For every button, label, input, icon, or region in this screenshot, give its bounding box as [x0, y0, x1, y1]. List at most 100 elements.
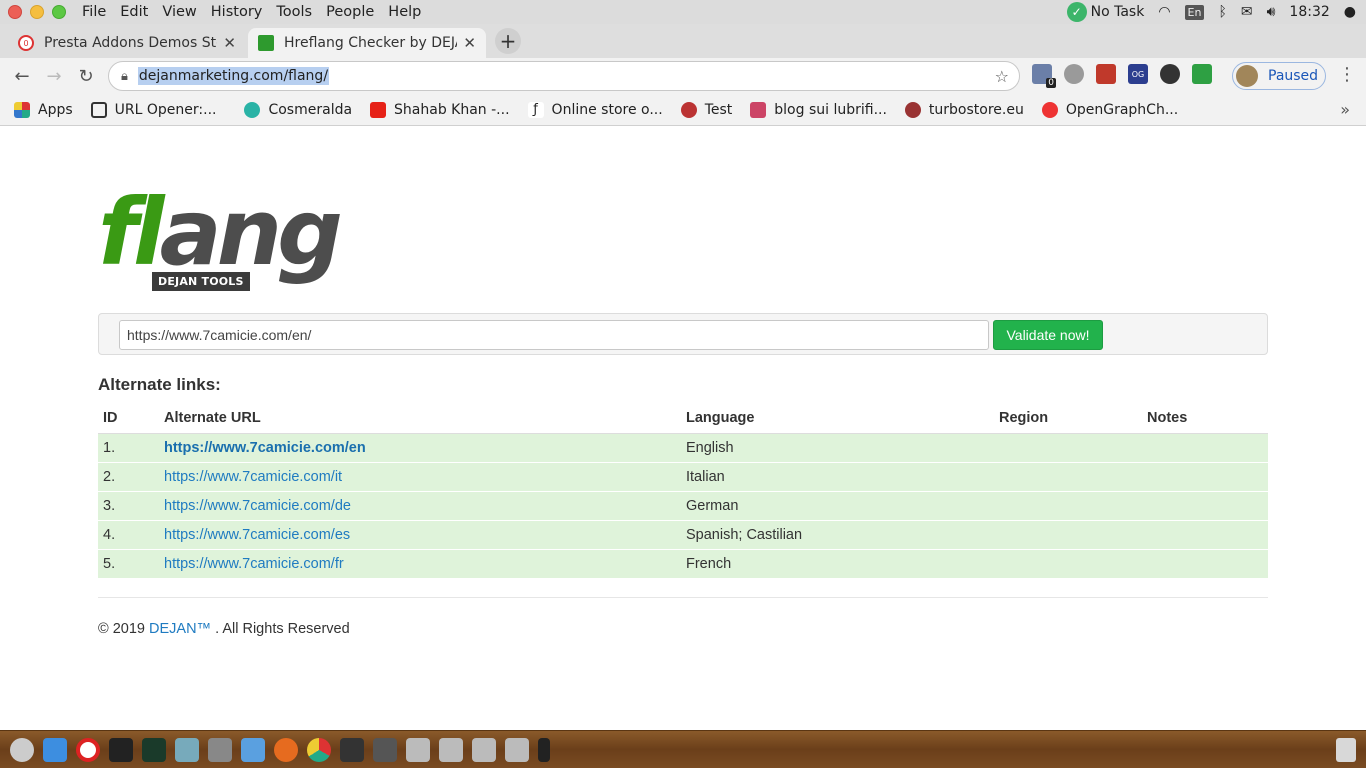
back-icon[interactable]: ←: [6, 66, 38, 87]
table-row: 2. https://www.7camicie.com/it Italian: [98, 461, 1268, 491]
bookmark-label: Apps: [38, 101, 73, 118]
volume-icon[interactable]: 🔊︎: [1267, 4, 1276, 20]
bookmark-label: URL Opener:...: [114, 101, 217, 118]
row-id: 3.: [98, 490, 159, 520]
apple-icon[interactable]: ●: [1344, 4, 1356, 20]
dock-items: [10, 738, 550, 762]
store-icon: ƒ: [527, 101, 544, 118]
reload-icon[interactable]: ↻: [70, 66, 102, 87]
launcher-icon[interactable]: [10, 738, 34, 762]
bluetooth-icon[interactable]: ᛒ: [1218, 4, 1226, 20]
browser-menu-icon[interactable]: ⋮: [1338, 64, 1356, 85]
terminal-icon[interactable]: [109, 738, 133, 762]
bookmark-turbostore[interactable]: turbostore.eu: [904, 101, 1024, 118]
alternate-links-table: ID Alternate URL Language Region Notes 1…: [98, 403, 1268, 578]
clock[interactable]: 18:32: [1289, 4, 1329, 20]
extension-badge: 0: [1046, 78, 1056, 88]
files-icon[interactable]: [175, 738, 199, 762]
database-extension-icon[interactable]: [1064, 64, 1084, 84]
menu-help[interactable]: Help: [388, 4, 421, 20]
maximize-window-button[interactable]: [52, 5, 66, 19]
drive-icon[interactable]: [472, 738, 496, 762]
text-editor-icon[interactable]: [373, 738, 397, 762]
folder-icon[interactable]: [241, 738, 265, 762]
extensions: 0 OG: [1032, 64, 1212, 88]
system-monitor-icon[interactable]: [142, 738, 166, 762]
profile-button[interactable]: Paused: [1232, 62, 1326, 90]
drive-icon[interactable]: [406, 738, 430, 762]
opera-icon[interactable]: [76, 738, 100, 762]
finder-icon[interactable]: [43, 738, 67, 762]
drive-icon[interactable]: [439, 738, 463, 762]
rights-text: . All Rights Reserved: [215, 621, 350, 637]
flang-logo[interactable]: flang DEJAN TOOLS: [98, 187, 343, 297]
shield-extension-icon[interactable]: [1192, 64, 1212, 84]
bookmarks-overflow-icon[interactable]: »: [1340, 100, 1350, 119]
forward-icon[interactable]: →: [38, 66, 70, 87]
window-controls: [8, 5, 66, 19]
phone-icon[interactable]: [538, 738, 550, 762]
address-bar[interactable]: 🔒︎ dejanmarketing.com/flang/ ☆: [108, 61, 1020, 91]
bookmark-cosmeralda[interactable]: Cosmeralda: [244, 101, 352, 118]
chrome-icon[interactable]: [307, 738, 331, 762]
minimize-window-button[interactable]: [30, 5, 44, 19]
row-url-link[interactable]: https://www.7camicie.com/fr: [159, 548, 681, 578]
menu-history[interactable]: History: [211, 4, 263, 20]
row-language: Italian: [681, 461, 994, 491]
close-window-button[interactable]: [8, 5, 22, 19]
document-icon[interactable]: [208, 738, 232, 762]
bookmark-opengraph[interactable]: OpenGraphCh...: [1041, 101, 1178, 118]
row-url-link[interactable]: https://www.7camicie.com/en: [159, 432, 681, 462]
menu-edit[interactable]: Edit: [120, 4, 148, 20]
row-region: [994, 519, 1142, 549]
address-url[interactable]: dejanmarketing.com/flang/: [137, 67, 330, 85]
new-tab-button[interactable]: +: [495, 28, 521, 54]
bookmark-shahab-khan[interactable]: Shahab Khan -...: [370, 101, 510, 118]
avatar: [1236, 65, 1258, 87]
trash-icon[interactable]: [1336, 738, 1356, 762]
url-input[interactable]: [119, 320, 989, 350]
menu-file[interactable]: File: [82, 4, 106, 20]
table-row: 3. https://www.7camicie.com/de German: [98, 490, 1268, 520]
logo-word-green: fl: [98, 179, 165, 286]
tab-presta-addons[interactable]: 0 Presta Addons Demos Sto ✕: [8, 28, 246, 58]
firefox-icon[interactable]: [274, 738, 298, 762]
test-site-icon: [680, 101, 697, 118]
turbostore-icon: [904, 101, 921, 118]
bookmark-blog-lubrifi[interactable]: blog sui lubrifi...: [750, 101, 887, 118]
row-language: English: [681, 432, 994, 462]
task-label: No Task: [1090, 4, 1145, 20]
tab-hreflang-checker[interactable]: Hreflang Checker by DEJA ✕: [248, 28, 486, 58]
task-indicator[interactable]: ✓ No Task: [1066, 2, 1145, 22]
row-language: French: [681, 548, 994, 578]
gnome-extension-icon[interactable]: [1160, 64, 1180, 84]
footer-divider: [98, 597, 1268, 598]
bookmark-apps[interactable]: Apps: [14, 101, 73, 118]
drive-icon[interactable]: [505, 738, 529, 762]
mail-icon[interactable]: ✉: [1241, 4, 1253, 20]
menu-people[interactable]: People: [326, 4, 374, 20]
link-extension-icon[interactable]: 0: [1032, 64, 1056, 88]
code-editor-icon[interactable]: [340, 738, 364, 762]
row-notes: [1142, 490, 1268, 520]
og-extension-icon[interactable]: OG: [1128, 64, 1148, 84]
bookmark-star-icon[interactable]: ☆: [995, 67, 1009, 86]
validate-button[interactable]: Validate now!: [993, 320, 1103, 350]
dejan-link[interactable]: DEJAN™: [149, 621, 211, 637]
bookmark-url-opener[interactable]: URL Opener:...: [90, 101, 217, 118]
close-tab-icon[interactable]: ✕: [223, 34, 236, 52]
close-tab-icon[interactable]: ✕: [463, 34, 476, 52]
red-extension-icon[interactable]: [1096, 64, 1116, 84]
row-url-link[interactable]: https://www.7camicie.com/es: [159, 519, 681, 549]
row-notes: [1142, 519, 1268, 549]
bookmark-online-store[interactable]: ƒ Online store o...: [527, 101, 663, 118]
bookmark-test[interactable]: Test: [680, 101, 732, 118]
menu-view[interactable]: View: [162, 4, 196, 20]
row-url-link[interactable]: https://www.7camicie.com/de: [159, 490, 681, 520]
row-url-link[interactable]: https://www.7camicie.com/it: [159, 461, 681, 491]
lock-icon[interactable]: 🔒︎: [121, 69, 128, 84]
menu-tools[interactable]: Tools: [276, 4, 312, 20]
wifi-icon[interactable]: ◠: [1158, 4, 1170, 20]
table-header-row: ID Alternate URL Language Region Notes: [98, 403, 1268, 434]
keyboard-layout[interactable]: En: [1184, 4, 1205, 20]
